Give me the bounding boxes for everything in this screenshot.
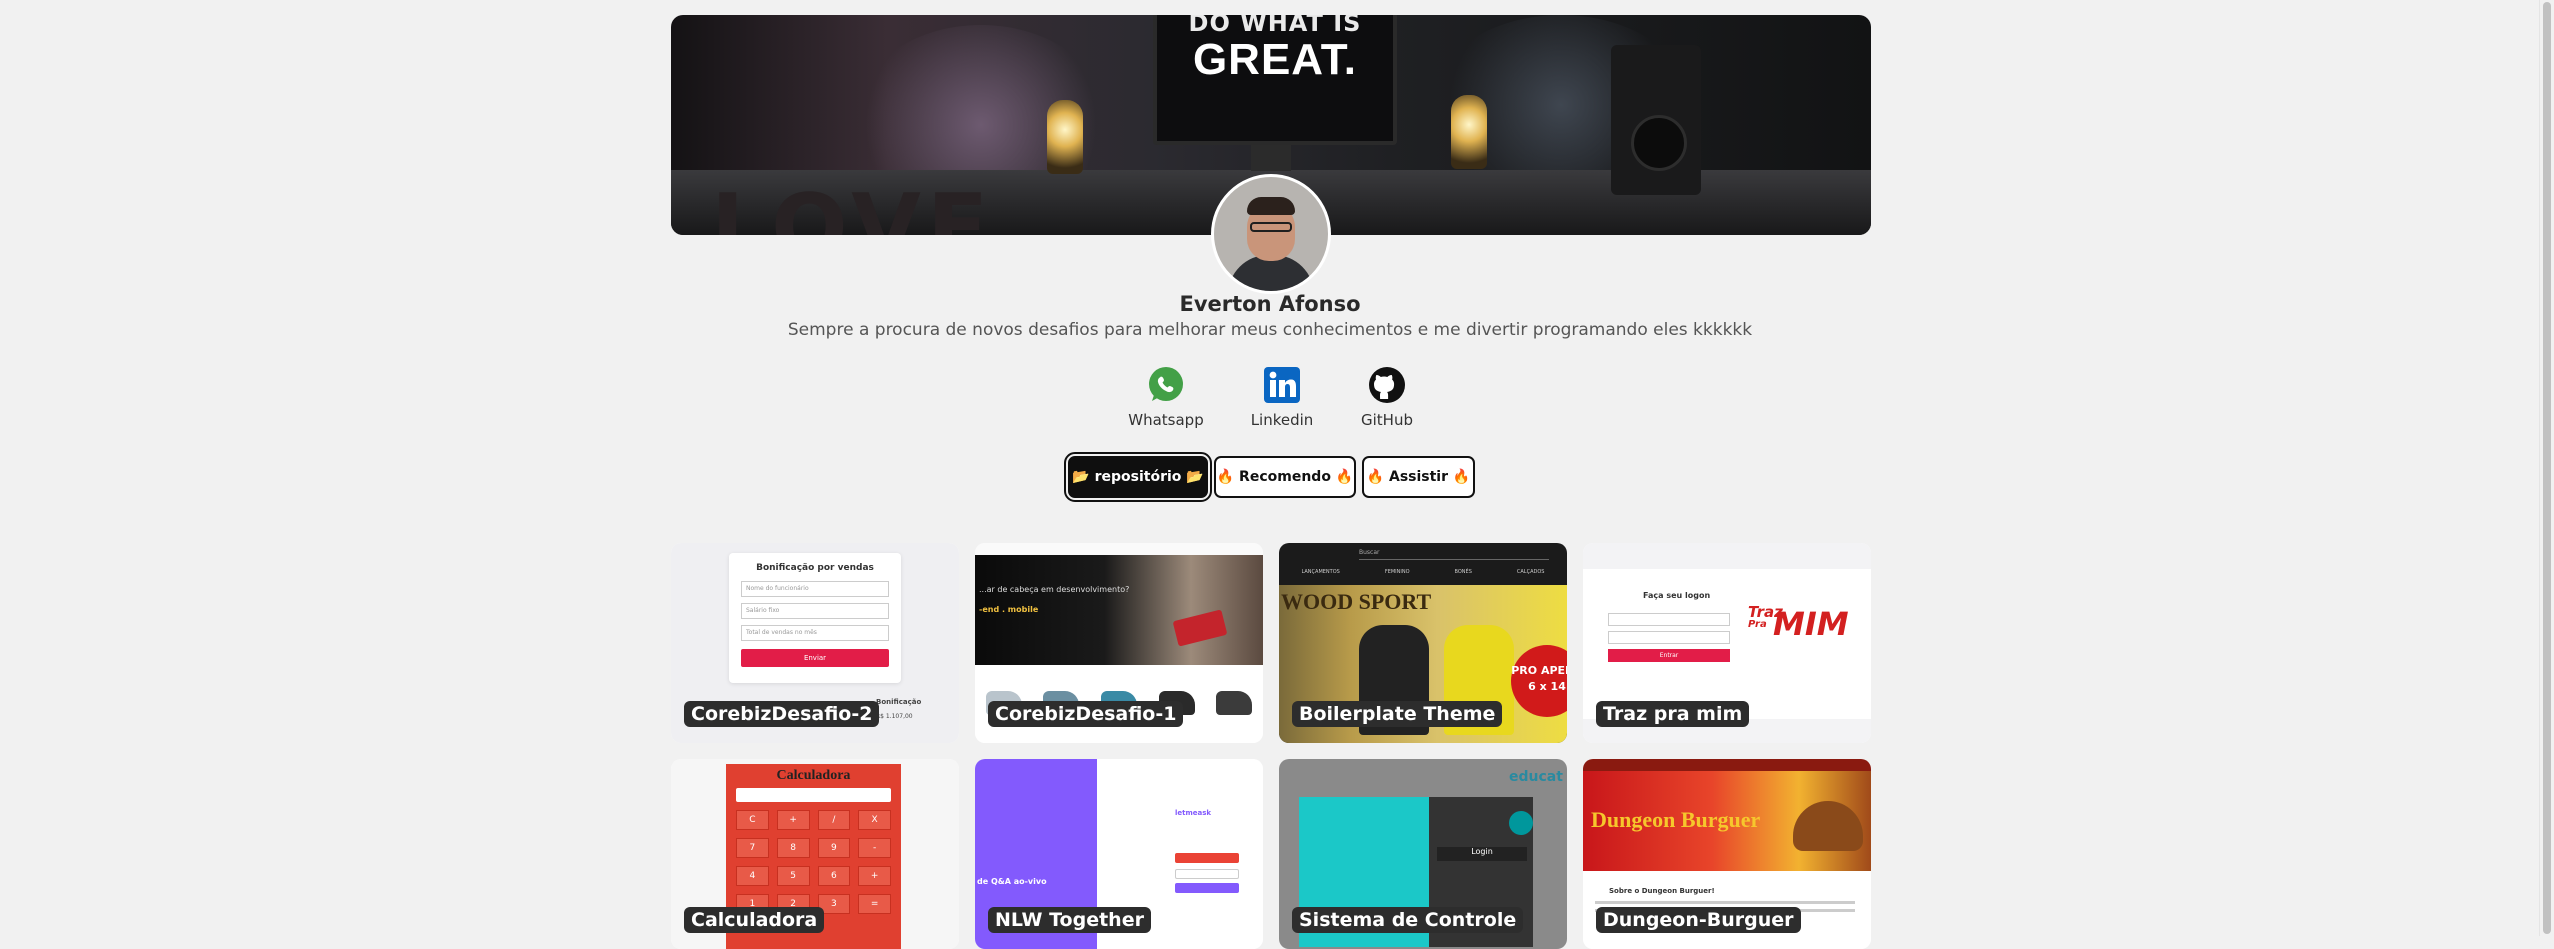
project-card-calculadora[interactable]: Calculadora C + / X 7 8 9-4 5 6 +1 2 3 = Calculadora: [671, 759, 959, 949]
banner-line-2: GREAT.: [1192, 35, 1358, 84]
project-card-dungeon-burguer[interactable]: Dungeon Burguer Sobre o Dungeon Burguer!…: [1583, 759, 1871, 949]
filter-recomendo-button[interactable]: 🔥 Recomendo 🔥: [1214, 456, 1356, 498]
linkedin-icon: [1264, 367, 1300, 403]
project-title: Traz pra mim: [1596, 701, 1750, 727]
avatar: [1211, 174, 1331, 294]
calculator-key: 6: [817, 866, 851, 886]
whatsapp-link[interactable]: Whatsapp: [1111, 365, 1221, 429]
calculator-key: 9: [817, 838, 851, 858]
lamp-right: [1451, 95, 1487, 169]
project-card-nlw-together[interactable]: de Q&A ao-vivo letmeask NLW Together: [975, 759, 1263, 949]
calculator-key: X: [858, 810, 891, 830]
calculator-key: C: [736, 810, 769, 830]
calculator-key: 8: [776, 838, 810, 858]
scrollbar-thumb[interactable]: [2543, 2, 2551, 934]
profile-name: Everton Afonso: [1179, 292, 1361, 316]
banner-love-text: LOVE: [711, 175, 995, 235]
speaker: [1611, 45, 1701, 195]
github-link[interactable]: GitHub: [1332, 365, 1442, 429]
profile-bio: Sempre a procura de novos desafios para …: [787, 320, 1753, 340]
calculator-key: -: [858, 838, 891, 858]
github-icon: [1369, 367, 1405, 403]
project-title: NLW Together: [988, 907, 1151, 933]
calculator-key: 7: [736, 838, 769, 858]
calculator-key: 5: [776, 866, 810, 886]
project-card-traz-pra-mim[interactable]: Faça seu logon Entrar Traz Pra MIM Traz …: [1583, 543, 1871, 743]
calculator-key: +: [858, 866, 891, 886]
banner-line-1: DO WHAT IS: [1188, 15, 1362, 37]
calculator-key: +: [776, 810, 810, 830]
github-label: GitHub: [1361, 411, 1413, 429]
calculator-key: 4: [736, 866, 769, 886]
filter-repositorio-button[interactable]: 📂 repositório 📂: [1064, 452, 1212, 502]
whatsapp-icon: [1149, 367, 1183, 401]
project-title: CorebizDesafio-2: [684, 701, 880, 727]
project-card-corebiz-1[interactable]: ...ar de cabeça em desenvolvimento? -end…: [975, 543, 1263, 743]
whatsapp-label: Whatsapp: [1128, 411, 1204, 429]
filter-assistir-button[interactable]: 🔥 Assistir 🔥: [1362, 456, 1475, 498]
page-scrollbar[interactable]: [2539, 0, 2554, 936]
project-title: Boilerplate Theme: [1292, 701, 1503, 727]
project-title: CorebizDesafio-1: [988, 701, 1184, 727]
project-title: Dungeon-Burguer: [1596, 907, 1801, 933]
banner-monitor: DO WHAT IS GREAT.: [1153, 15, 1397, 145]
project-card-sistema-controle[interactable]: educat Login Sistema de Controle: [1279, 759, 1567, 949]
linkedin-label: Linkedin: [1250, 411, 1314, 429]
calculator-key: /: [817, 810, 851, 830]
project-title: Sistema de Controle: [1292, 907, 1524, 933]
project-card-boilerplate[interactable]: Buscar LANÇAMENTOS FEMININO BONÉS CALÇADOS …: [1279, 543, 1567, 743]
lamp-left: [1047, 100, 1083, 174]
project-title: Calculadora: [684, 907, 825, 933]
calculator-key: =: [858, 894, 891, 914]
linkedin-link[interactable]: Linkedin: [1227, 365, 1337, 429]
project-card-corebiz-2[interactable]: Bonificação por vendas Nome do funcionár…: [671, 543, 959, 743]
